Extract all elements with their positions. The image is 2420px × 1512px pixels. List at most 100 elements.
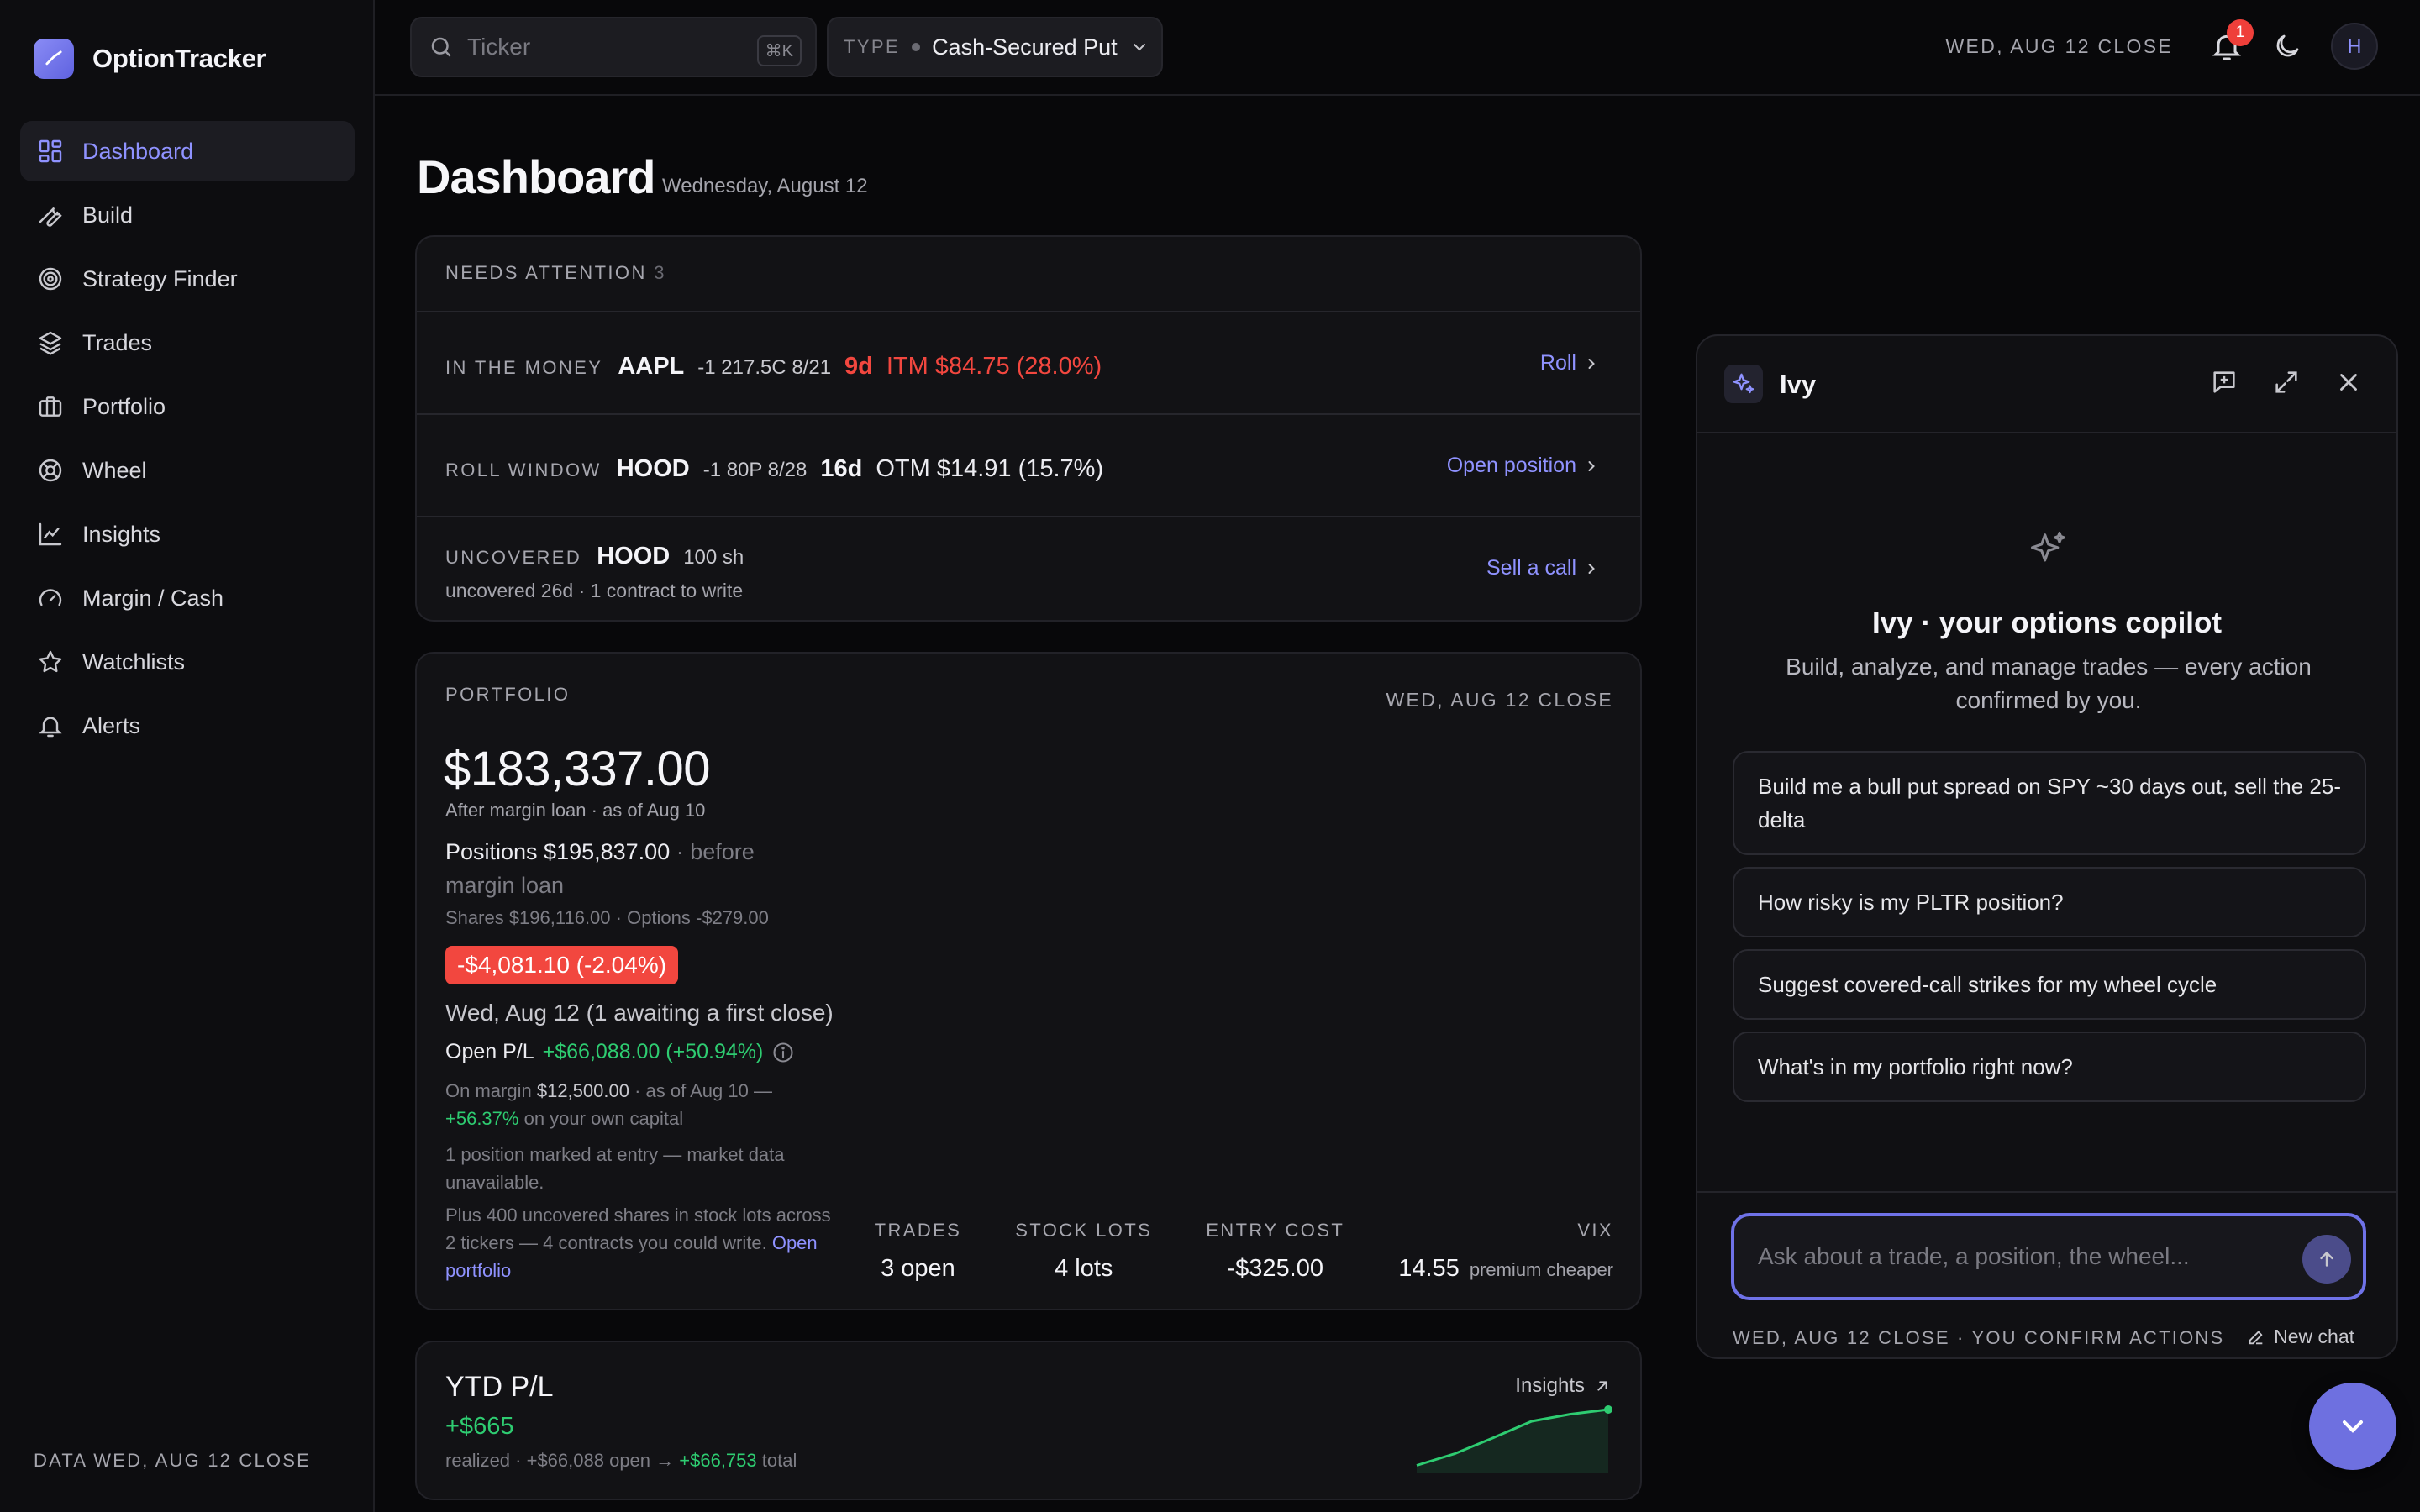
suggestion-chip[interactable]: Suggest covered-call strikes for my whee…	[1733, 949, 2366, 1020]
sidebar-item-dashboard[interactable]: Dashboard	[20, 121, 355, 181]
open-position-button-label: Open position	[1446, 454, 1576, 477]
sidebar-item-wheel[interactable]: Wheel	[20, 440, 355, 501]
ticker-search-input[interactable]	[467, 34, 770, 60]
attention-contract: -1 217.5C 8/21	[697, 356, 832, 379]
needs-attention-label: NEEDS ATTENTION	[445, 262, 647, 283]
margin-prefix: On margin	[445, 1080, 532, 1101]
ivy-copilot-panel: Ivy Ivy · your options copilot Build, an…	[1696, 334, 2398, 1359]
vix-note: premium cheaper	[1469, 1259, 1613, 1280]
market-close-label: WED, AUG 12 CLOSE	[1945, 34, 2173, 57]
sidebar-item-strategy-finder[interactable]: Strategy Finder	[20, 249, 355, 309]
sidebar-item-portfolio[interactable]: Portfolio	[20, 376, 355, 437]
ticker-search[interactable]: ⌘K	[410, 17, 817, 77]
attention-kind: IN THE MONEY	[445, 357, 603, 378]
user-avatar[interactable]: H	[2331, 23, 2378, 70]
ivy-sparkle-icon	[1724, 365, 1763, 403]
suggestion-chip[interactable]: How risky is my PLTR position?	[1733, 867, 2366, 937]
search-icon	[431, 37, 451, 57]
stat-value: 14.55 premium cheaper	[1398, 1255, 1613, 1283]
uncovered-shares-note: Plus 400 uncovered shares in stock lots …	[445, 1201, 840, 1284]
sidebar-item-trades[interactable]: Trades	[20, 312, 355, 373]
portfolio-close-label: WED, AUG 12 CLOSE	[1386, 689, 1613, 711]
ivy-description: Build, analyze, and manage trades — ever…	[1786, 654, 2312, 713]
sidebar-item-watchlists[interactable]: Watchlists	[20, 632, 355, 692]
type-dot	[912, 43, 921, 51]
portfolio-total-subtext: After margin loan · as of Aug 10	[445, 800, 706, 821]
insights-link[interactable]: Insights	[1515, 1374, 1612, 1398]
marked-at-entry-note: 1 position marked at entry — market data…	[445, 1144, 785, 1193]
sidebar: OptionTracker Dashboard Build Strategy F…	[0, 0, 375, 1512]
topbar: ⌘K TYPE Cash-Secured Put WED, AUG 12 CLO…	[375, 0, 2420, 96]
attention-moneyness: OTM $14.91 (15.7%)	[876, 455, 1104, 482]
suggestion-chip[interactable]: Build me a bull put spread on SPY ~30 da…	[1733, 751, 2366, 855]
collapse-chat-fab[interactable]	[2309, 1383, 2396, 1470]
brand[interactable]: OptionTracker	[34, 39, 266, 79]
info-icon[interactable]	[771, 1041, 795, 1064]
attention-days-left: 9d	[844, 353, 873, 380]
sidebar-item-alerts[interactable]: Alerts	[20, 696, 355, 756]
ivy-name: Ivy	[1780, 370, 1817, 399]
close-icon[interactable]	[2334, 368, 2363, 396]
sell-a-call-button[interactable]: Sell a call	[1486, 556, 1600, 580]
search-shortcut-hint: ⌘K	[756, 35, 802, 66]
ytd-value: +$665	[445, 1413, 514, 1440]
margin-value: $12,500.00	[536, 1080, 629, 1101]
sidebar-item-margin-cash[interactable]: Margin / Cash	[20, 568, 355, 628]
attention-ticker[interactable]: HOOD	[597, 543, 670, 570]
send-button[interactable]	[2302, 1235, 2351, 1284]
ivy-composer: WED, AUG 12 CLOSE · YOU CONFIRM ACTIONS …	[1697, 1191, 2396, 1357]
ivy-title: Ivy · your options copilot	[1871, 606, 2223, 639]
wrench-icon	[39, 207, 62, 227]
chevron-down-icon	[2343, 1420, 2363, 1433]
new-message-icon[interactable]	[2210, 368, 2238, 396]
attention-ticker[interactable]: HOOD	[617, 455, 690, 483]
new-chat-button[interactable]: New chat	[2247, 1326, 2354, 1348]
sidebar-nav: Dashboard Build Strategy Finder Trades P…	[20, 121, 355, 759]
notifications-button[interactable]: 1	[2210, 19, 2254, 63]
attention-moneyness: ITM $84.75 (28.0%)	[886, 353, 1102, 380]
stat-label: TRADES	[874, 1220, 962, 1241]
stat-trades: TRADES 3 open	[875, 1220, 962, 1283]
ytd-sub-total: +$66,753	[679, 1450, 757, 1471]
ytd-title: YTD P/L	[445, 1371, 554, 1403]
chevron-right-icon	[1588, 563, 1595, 574]
needs-attention-header: NEEDS ATTENTION 3	[445, 262, 666, 284]
sidebar-item-label: Portfolio	[82, 393, 166, 419]
margin-note: On margin $12,500.00 · as of Aug 10 — +5…	[445, 1077, 840, 1132]
strategy-type-select[interactable]: TYPE Cash-Secured Put	[827, 17, 1163, 77]
portfolio-stats: TRADES 3 open STOCK LOTS 4 lots ENTRY CO…	[875, 1220, 1613, 1283]
open-position-button[interactable]: Open position	[1447, 454, 1600, 478]
ivy-toolbar	[2210, 368, 2363, 396]
sparkles-icon	[2030, 531, 2065, 562]
stat-stock-lots: STOCK LOTS 4 lots	[1015, 1220, 1152, 1283]
chevron-down-icon	[1133, 44, 1145, 51]
layers-icon	[39, 331, 62, 355]
arrow-up-right-icon	[1597, 1381, 1607, 1391]
margin-return: +56.37%	[445, 1108, 519, 1129]
open-pl: Open P/L +$66,088.00 (+50.94%)	[445, 1040, 795, 1064]
portfolio-total-value: $183,337.00	[444, 742, 711, 796]
roll-button-label: Roll	[1539, 351, 1576, 375]
ivy-chat-input[interactable]	[1758, 1243, 2279, 1270]
expand-icon[interactable]	[2272, 368, 2301, 396]
suggestion-chip[interactable]: What's in my portfolio right now?	[1733, 1032, 2366, 1102]
sidebar-item-label: Insights	[82, 521, 161, 547]
stat-label: VIX	[1577, 1220, 1613, 1241]
ytd-sparkline	[1416, 1405, 1612, 1473]
stat-value: 3 open	[881, 1255, 955, 1282]
positions-label: Positions $195,837.00	[445, 839, 671, 864]
attention-ticker[interactable]: AAPL	[618, 353, 684, 381]
attention-subtext: uncovered 26d · 1 contract to write	[445, 580, 744, 601]
roll-button[interactable]: Roll	[1540, 351, 1600, 375]
page-date: Wednesday, August 12	[662, 175, 868, 197]
sparkline-area	[1417, 1410, 1608, 1473]
theme-toggle-moon-icon[interactable]	[2272, 31, 2302, 61]
sell-a-call-button-label: Sell a call	[1486, 556, 1576, 580]
attention-row: UNCOVERED HOOD 100 sh uncovered 26d · 1 …	[417, 516, 1640, 622]
sidebar-item-build[interactable]: Build	[20, 185, 355, 245]
ytd-sub-suffix: total	[761, 1450, 797, 1471]
stat-vix: VIX 14.55 premium cheaper	[1398, 1220, 1613, 1283]
topbar-actions: WED, AUG 12 CLOSE 1 H	[1945, 19, 2378, 72]
sidebar-item-insights[interactable]: Insights	[20, 504, 355, 564]
ivy-input-box[interactable]	[1731, 1213, 2366, 1300]
